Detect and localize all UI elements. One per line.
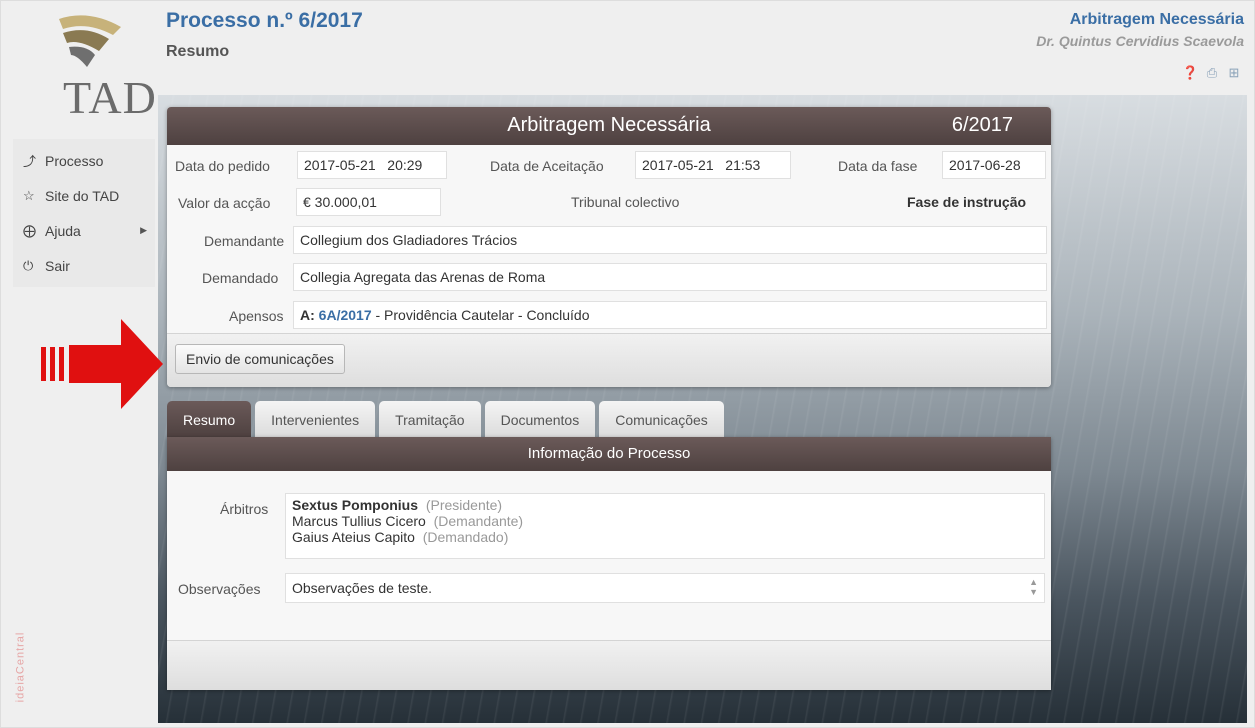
page-subtitle: Resumo	[166, 43, 230, 60]
tab-documentos[interactable]: Documentos	[484, 401, 596, 437]
process-card: Arbitragem Necessária 6/2017 Data do ped…	[167, 107, 1051, 387]
apensos-field: A: 6A/2017 - Providência Cautelar - Conc…	[293, 301, 1047, 329]
list-item: Marcus Tullius Cicero (Demandante)	[292, 513, 1038, 529]
apensos-label: Apensos	[229, 308, 284, 324]
apensos-description: - Providência Cautelar - Concluído	[375, 307, 590, 323]
demandado-field: Collegia Agregata das Arenas de Roma	[293, 263, 1047, 291]
tab-comunicacoes[interactable]: Comunicações	[599, 401, 724, 437]
arbitro-name: Marcus Tullius Cicero	[292, 513, 426, 529]
arbitro-name: Sextus Pomponius	[292, 497, 419, 513]
observacoes-field[interactable]: Observações de teste. ▲ ▼	[285, 573, 1045, 603]
data-aceitacao-field: 2017-05-21 21:53	[635, 151, 791, 179]
tab-intervenientes[interactable]: Intervenientes	[255, 401, 376, 437]
sidebar-item-label: Processo	[45, 152, 104, 169]
caret-right-icon: ▶	[140, 225, 147, 235]
data-pedido-field: 2017-05-21 20:29	[297, 151, 447, 179]
arbitro-name: Gaius Ateius Capito	[292, 529, 415, 545]
arbitros-label: Árbitros	[220, 501, 269, 517]
expand-icon[interactable]: ⊞	[1226, 65, 1242, 81]
info-card: Informação do Processo Árbitros Sextus P…	[167, 437, 1051, 690]
card-footer: Envio de comunicações	[167, 333, 1051, 387]
sidebar-item-site[interactable]: ☆ Site do TAD	[13, 178, 155, 213]
arbitro-role: (Demandado)	[422, 529, 509, 545]
user-name: Dr. Quintus Cervidius Scaevola	[1036, 33, 1244, 49]
observacoes-label: Observações	[178, 581, 261, 597]
data-pedido-time: 20:29	[387, 157, 423, 173]
data-aceitacao-date: 2017-05-21	[642, 157, 714, 173]
sidebar-item-processo[interactable]: ⤴ Processo	[13, 143, 155, 178]
arbitros-list: Sextus Pomponius (Presidente) Marcus Tul…	[285, 493, 1045, 559]
brand-watermark: ideiaCentral	[14, 631, 27, 703]
tribunal-text: Tribunal colectivo	[571, 194, 680, 210]
apensos-link[interactable]: 6A/2017	[319, 307, 372, 323]
observacoes-text: Observações de teste.	[292, 580, 433, 596]
card-header: Arbitragem Necessária 6/2017	[167, 107, 1051, 145]
demandante-label: Demandante	[204, 233, 285, 249]
demandado-label: Demandado	[202, 270, 279, 286]
apensos-prefix: A:	[300, 307, 315, 323]
sidebar-item-label: Ajuda	[45, 222, 81, 239]
sidebar-item-label: Site do TAD	[45, 187, 120, 204]
power-icon: ⏻	[23, 257, 34, 273]
header-info: Arbitragem Necessária Dr. Quintus Cervid…	[1036, 11, 1244, 49]
sidebar-item-label: Sair	[45, 257, 70, 274]
list-item: Sextus Pomponius (Presidente)	[292, 497, 1038, 513]
info-card-title: Informação do Processo	[167, 437, 1051, 471]
valor-label: Valor da acção	[178, 195, 271, 211]
sidebar-item-sair[interactable]: ⏻ Sair	[13, 248, 155, 283]
star-icon: ☆	[23, 187, 35, 203]
pin-icon: ⤴	[23, 154, 37, 169]
sidebar-item-ajuda[interactable]: ⨁ Ajuda ▶	[13, 213, 155, 248]
page-title: Processo n.º 6/2017	[166, 9, 363, 32]
spinner-icon[interactable]: ▲ ▼	[1029, 577, 1038, 597]
print-icon[interactable]: ⎙	[1204, 65, 1220, 81]
valor-field: € 30.000,01	[296, 188, 441, 216]
arbitro-role: (Presidente)	[425, 497, 503, 513]
data-pedido-label: Data do pedido	[175, 158, 270, 174]
tab-resumo[interactable]: Resumo	[167, 401, 252, 437]
demandante-field: Collegium dos Gladiadores Trácios	[293, 226, 1047, 254]
fase-text: Fase de instrução	[907, 194, 1027, 210]
arbitro-role: (Demandante)	[433, 513, 524, 529]
red-arrow-icon	[41, 319, 163, 409]
tab-bar: Resumo Intervenientes Tramitação Documen…	[167, 401, 724, 437]
data-aceitacao-time: 21:53	[725, 157, 761, 173]
card-title: Arbitragem Necessária	[507, 114, 711, 136]
tad-logo[interactable]: TAD	[29, 11, 156, 123]
data-fase-field: 2017-06-28	[942, 151, 1046, 179]
list-item: Gaius Ateius Capito (Demandado)	[292, 529, 1038, 545]
data-aceitacao-label: Data de Aceitação	[490, 158, 604, 174]
data-fase-label: Data da fase	[838, 158, 918, 174]
tab-tramitacao[interactable]: Tramitação	[379, 401, 481, 437]
lifebuoy-icon: ⨁	[23, 222, 36, 238]
process-type: Arbitragem Necessária	[1069, 11, 1244, 28]
app-window: TAD Processo n.º 6/2017 Resumo Arbitrage…	[0, 0, 1255, 728]
card-number: 6/2017	[951, 114, 1013, 136]
logo-text: TAD	[63, 72, 157, 123]
data-pedido-date: 2017-05-21	[304, 157, 376, 173]
send-communications-button[interactable]: Envio de comunicações	[175, 344, 345, 374]
help-icon[interactable]: ❓	[1182, 65, 1198, 81]
info-card-footer	[167, 640, 1051, 690]
header-icons: ❓ ⎙ ⊞	[1182, 65, 1242, 81]
sidebar: ⤴ Processo ☆ Site do TAD ⨁ Ajuda ▶ ⏻ Sai…	[13, 139, 155, 287]
